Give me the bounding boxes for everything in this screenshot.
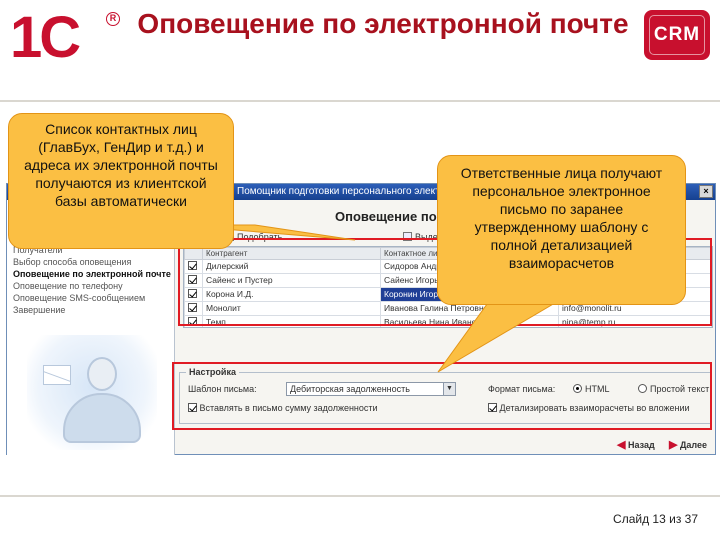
- window-close-button[interactable]: ×: [699, 185, 713, 198]
- logo-1c-text: 1С: [10, 5, 81, 70]
- footer-divider: [0, 495, 720, 497]
- next-label: Далее: [679, 440, 708, 450]
- wizard-step-7[interactable]: Оповещение SMS-сообщением: [13, 292, 174, 304]
- header-divider: [0, 100, 720, 102]
- next-button[interactable]: ▶ Далее: [669, 436, 707, 454]
- logo-1c: 1С R: [10, 5, 120, 70]
- wizard-illustration-icon: [27, 335, 157, 450]
- arrow-left-icon: ◀: [617, 439, 626, 451]
- person-head-icon: [87, 357, 117, 391]
- contacts-callout: Список контактных лиц (ГлавБух, ГенДир и…: [8, 113, 234, 249]
- envelope-icon: [43, 365, 71, 385]
- slide-number: Слайд 13 из 37: [613, 512, 698, 526]
- settings-highlight-frame: [172, 362, 712, 430]
- back-button[interactable]: ◀ Назад: [617, 436, 655, 454]
- wizard-nav-bar: ◀ Назад ▶ Далее: [177, 436, 715, 454]
- registered-mark-icon: R: [106, 12, 120, 26]
- personal-email-callout: Ответственные лица получают персональное…: [437, 155, 686, 305]
- crm-logo: CRM: [644, 10, 710, 60]
- arrow-right-icon: ▶: [669, 439, 678, 451]
- wizard-step-6[interactable]: Оповещение по телефону: [13, 280, 174, 292]
- person-body-icon: [63, 393, 141, 443]
- wizard-step-4[interactable]: Выбор способа оповещения: [13, 256, 174, 268]
- wizard-step-5[interactable]: Оповещение по электронной почте: [13, 268, 174, 280]
- page-title: Оповещение по электронной почте: [137, 8, 629, 39]
- wizard-step-8[interactable]: Завершение: [13, 304, 174, 316]
- back-label: Назад: [627, 440, 655, 450]
